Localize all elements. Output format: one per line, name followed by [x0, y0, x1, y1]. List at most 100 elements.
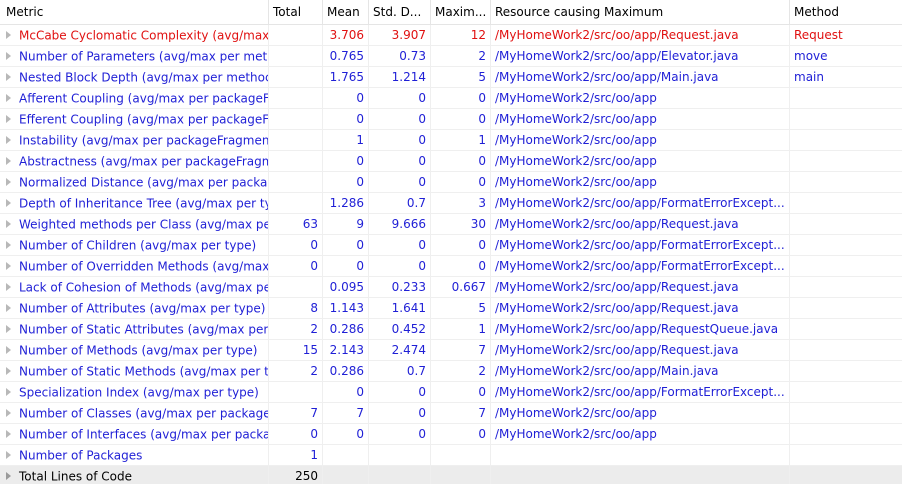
table-row[interactable]: Number of Parameters (avg/max per meth 0.… [0, 46, 902, 67]
expand-arrow-icon[interactable] [6, 366, 11, 375]
table-row[interactable]: Number of Methods (avg/max per type) 15 2.… [0, 340, 902, 361]
metric-label: Number of Parameters (avg/max per meth [19, 49, 269, 64]
column-header-mean[interactable]: Mean [323, 0, 369, 24]
maximum-cell: 1 [431, 319, 491, 339]
total-cell: 1 [269, 445, 323, 465]
metric-cell: Number of Interfaces (avg/max per packa [0, 424, 269, 444]
column-header-metric[interactable]: Metric [0, 0, 269, 24]
method-cell [790, 319, 902, 339]
std-dev-cell: 0 [369, 382, 431, 402]
table-row[interactable]: Instability (avg/max per packageFragment… [0, 130, 902, 151]
total-cell [269, 277, 323, 297]
column-header-maximum[interactable]: Maxim... [431, 0, 491, 24]
expand-arrow-icon[interactable] [6, 450, 11, 459]
method-cell [790, 172, 902, 192]
method-cell [790, 382, 902, 402]
metric-cell: Total Lines of Code [0, 466, 269, 484]
expand-arrow-icon[interactable] [6, 324, 11, 333]
expand-arrow-icon[interactable] [6, 156, 11, 165]
maximum-cell: 2 [431, 46, 491, 66]
table-row[interactable]: Number of Attributes (avg/max per type) 8… [0, 298, 902, 319]
expand-arrow-icon[interactable] [6, 282, 11, 291]
metric-label: Normalized Distance (avg/max per packag [19, 175, 269, 190]
table-row[interactable]: Depth of Inheritance Tree (avg/max per t… [0, 193, 902, 214]
expand-arrow-icon[interactable] [6, 198, 11, 207]
total-cell: 8 [269, 298, 323, 318]
total-cell: 15 [269, 340, 323, 360]
table-row[interactable]: Nested Block Depth (avg/max per methoc 1.… [0, 67, 902, 88]
table-row[interactable]: Number of Overridden Methods (avg/max 0 0 0… [0, 256, 902, 277]
maximum-cell: 5 [431, 298, 491, 318]
std-dev-cell: 0 [369, 151, 431, 171]
expand-arrow-icon[interactable] [6, 51, 11, 60]
expand-arrow-icon[interactable] [6, 93, 11, 102]
expand-arrow-icon[interactable] [6, 72, 11, 81]
metric-label: Weighted methods per Class (avg/max pe [19, 217, 269, 232]
resource-cell: /MyHomeWork2/src/oo/app/Main.java [491, 67, 790, 87]
metric-label: Number of Children (avg/max per type) [19, 238, 257, 253]
mean-cell: 0 [323, 382, 369, 402]
total-cell [269, 130, 323, 150]
metric-label: Number of Static Methods (avg/max per t [19, 364, 269, 379]
expand-arrow-icon[interactable] [6, 261, 11, 270]
metric-label: Efferent Coupling (avg/max per packageFı [19, 112, 269, 127]
table-row[interactable]: Weighted methods per Class (avg/max pe 63… [0, 214, 902, 235]
expand-arrow-icon[interactable] [6, 303, 11, 312]
table-row[interactable]: Number of Interfaces (avg/max per packa 0… [0, 424, 902, 445]
table-row[interactable]: Normalized Distance (avg/max per packag 0… [0, 172, 902, 193]
resource-cell: /MyHomeWork2/src/oo/app [491, 88, 790, 108]
metric-cell: Efferent Coupling (avg/max per packageFı [0, 109, 269, 129]
mean-cell: 9 [323, 214, 369, 234]
column-header-std-dev[interactable]: Std. D... [369, 0, 431, 24]
column-header-resource[interactable]: Resource causing Maximum [491, 0, 790, 24]
expand-arrow-icon[interactable] [6, 177, 11, 186]
table-row[interactable]: Abstractness (avg/max per packageFragm 0 0… [0, 151, 902, 172]
mean-cell: 0.765 [323, 46, 369, 66]
metric-cell: Lack of Cohesion of Methods (avg/max pe [0, 277, 269, 297]
expand-arrow-icon[interactable] [6, 114, 11, 123]
std-dev-cell: 1.214 [369, 67, 431, 87]
std-dev-cell: 0 [369, 256, 431, 276]
table-row[interactable]: Number of Static Methods (avg/max per t2… [0, 361, 902, 382]
metric-cell: Normalized Distance (avg/max per packag [0, 172, 269, 192]
table-row[interactable]: Specialization Index (avg/max per type) 0… [0, 382, 902, 403]
method-cell: main [794, 70, 824, 84]
method-cell: Request [794, 28, 843, 42]
table-row[interactable]: Lack of Cohesion of Methods (avg/max pe 0… [0, 277, 902, 298]
table-row[interactable]: Number of Packages 1 [0, 445, 902, 466]
table-row[interactable]: Total Lines of Code 250 [0, 466, 902, 484]
expand-arrow-icon[interactable] [6, 345, 11, 354]
metric-cell: Number of Parameters (avg/max per meth [0, 46, 269, 66]
std-dev-cell: 9.666 [369, 214, 431, 234]
metric-cell: Number of Packages [0, 445, 269, 465]
table-row[interactable]: Number of Classes (avg/max per package 7 7… [0, 403, 902, 424]
expand-arrow-icon[interactable] [6, 408, 11, 417]
metric-cell: Nested Block Depth (avg/max per methoc [0, 67, 269, 87]
metric-label: Number of Overridden Methods (avg/max [19, 259, 269, 274]
table-row[interactable]: Number of Static Attributes (avg/max per… [0, 319, 902, 340]
expand-arrow-icon[interactable] [6, 387, 11, 396]
maximum-cell: 30 [431, 214, 491, 234]
metric-cell: Number of Classes (avg/max per package [0, 403, 269, 423]
resource-cell: /MyHomeWork2/src/oo/app/Request.java [491, 298, 790, 318]
table-row[interactable]: Efferent Coupling (avg/max per packageFı… [0, 109, 902, 130]
resource-cell: /MyHomeWork2/src/oo/app/FormatErrorExcep… [491, 235, 790, 255]
metric-label: Lack of Cohesion of Methods (avg/max pe [19, 280, 269, 295]
table-row[interactable]: Number of Children (avg/max per type) 0 0 0… [0, 235, 902, 256]
expand-arrow-icon[interactable] [6, 219, 11, 228]
expand-arrow-icon[interactable] [6, 240, 11, 249]
expand-arrow-icon[interactable] [6, 429, 11, 438]
table-row[interactable]: Afferent Coupling (avg/max per packageF 0… [0, 88, 902, 109]
column-header-method[interactable]: Method [790, 0, 902, 24]
expand-arrow-icon[interactable] [6, 471, 11, 480]
expand-arrow-icon[interactable] [6, 30, 11, 39]
expand-arrow-icon[interactable] [6, 135, 11, 144]
maximum-cell: 0 [431, 151, 491, 171]
mean-cell: 2.143 [323, 340, 369, 360]
table-body: McCabe Cyclomatic Complexity (avg/max 3.7… [0, 25, 902, 484]
column-header-total[interactable]: Total [269, 0, 323, 24]
resource-cell: /MyHomeWork2/src/oo/app [491, 109, 790, 129]
metric-label: Instability (avg/max per packageFragment [19, 133, 269, 148]
metric-cell: Number of Static Methods (avg/max per t [0, 361, 269, 381]
table-row[interactable]: McCabe Cyclomatic Complexity (avg/max 3.7… [0, 25, 902, 46]
